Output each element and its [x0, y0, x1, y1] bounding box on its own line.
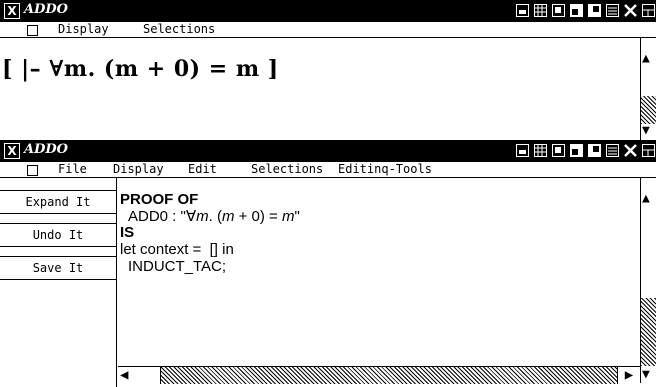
scroll-track[interactable]	[641, 96, 656, 124]
menu-icon[interactable]	[641, 143, 656, 158]
raise-icon[interactable]	[605, 143, 620, 158]
menu-checkbox[interactable]	[27, 25, 38, 36]
editor-line: INDUCT_TAC;	[128, 258, 227, 275]
grid-icon[interactable]	[533, 3, 548, 18]
scroll-track[interactable]	[641, 298, 656, 366]
undo-it-button[interactable]: Undo It	[0, 223, 116, 247]
scroll-right-icon[interactable]: ▶	[617, 367, 640, 384]
menu-selections[interactable]: Selections	[251, 162, 323, 177]
goal-statement: [ |– ∀m. (m + 0) = m ]	[2, 56, 279, 82]
lower-icon[interactable]	[587, 143, 602, 158]
goal-window-menubar: Display Selections	[0, 22, 656, 38]
menu-edit[interactable]: Edit	[188, 162, 217, 177]
move-icon[interactable]	[551, 3, 566, 18]
raise-icon[interactable]	[605, 3, 620, 18]
scroll-down-icon[interactable]: ▼	[642, 368, 650, 381]
close-box-icon[interactable]: X	[4, 3, 20, 19]
menu-icon[interactable]	[641, 3, 656, 18]
proof-editor[interactable]: PROOF OF ADD0 : "∀m. (m + 0) = m" IS let…	[118, 178, 640, 366]
command-buttons: Expand It Undo It Save It	[0, 178, 117, 387]
editor-line: IS	[120, 224, 135, 241]
goal-window-title: ADDO	[24, 2, 68, 17]
grid-icon[interactable]	[533, 143, 548, 158]
lower-icon[interactable]	[587, 3, 602, 18]
titlebar-icons	[515, 3, 656, 18]
goal-window: X ADDO Display Selections [ |– ∀m. (m + …	[0, 0, 656, 140]
close-box-icon[interactable]: X	[4, 143, 20, 159]
save-it-button[interactable]: Save It	[0, 256, 116, 280]
destroy-icon[interactable]	[623, 3, 638, 18]
menu-display[interactable]: Display	[113, 162, 164, 177]
menu-display[interactable]: Display	[58, 22, 109, 37]
editor-line: let context = [] in	[120, 241, 234, 258]
menu-editing-tools[interactable]: Editinq-Tools	[338, 162, 432, 177]
scroll-down-icon[interactable]: ▼	[642, 124, 650, 137]
destroy-icon[interactable]	[623, 143, 638, 158]
goal-vertical-scrollbar[interactable]: ▲ ▼	[640, 38, 656, 140]
editor-line: ADD0 : "∀m. (m + 0) = m"	[128, 208, 300, 225]
resize-icon[interactable]	[569, 143, 584, 158]
iconify-icon[interactable]	[515, 3, 530, 18]
menu-selections[interactable]: Selections	[143, 22, 215, 37]
scroll-up-icon[interactable]: ▲	[642, 52, 650, 65]
goal-pane[interactable]: [ |– ∀m. (m + 0) = m ]	[0, 38, 640, 140]
scroll-left-icon[interactable]: ◀	[118, 367, 161, 384]
move-icon[interactable]	[551, 143, 566, 158]
expand-it-button[interactable]: Expand It	[0, 190, 116, 214]
titlebar-icons	[515, 143, 656, 158]
scroll-up-icon[interactable]: ▲	[642, 192, 650, 205]
menu-file[interactable]: File	[58, 162, 87, 177]
editor-vertical-scrollbar[interactable]: ▲ ▼	[640, 178, 656, 383]
resize-icon[interactable]	[569, 3, 584, 18]
proof-window: X ADDO File Display Edit Selections Edit…	[0, 140, 656, 387]
iconify-icon[interactable]	[515, 143, 530, 158]
editor-horizontal-scrollbar[interactable]: ◀ ▶	[118, 366, 640, 384]
proof-window-menubar: File Display Edit Selections Editinq-Too…	[0, 162, 656, 178]
goal-window-titlebar[interactable]: X ADDO	[0, 0, 656, 22]
proof-window-title: ADDO	[24, 142, 68, 157]
proof-window-titlebar[interactable]: X ADDO	[0, 140, 656, 162]
menu-checkbox[interactable]	[27, 165, 38, 176]
editor-line: PROOF OF	[120, 191, 199, 208]
